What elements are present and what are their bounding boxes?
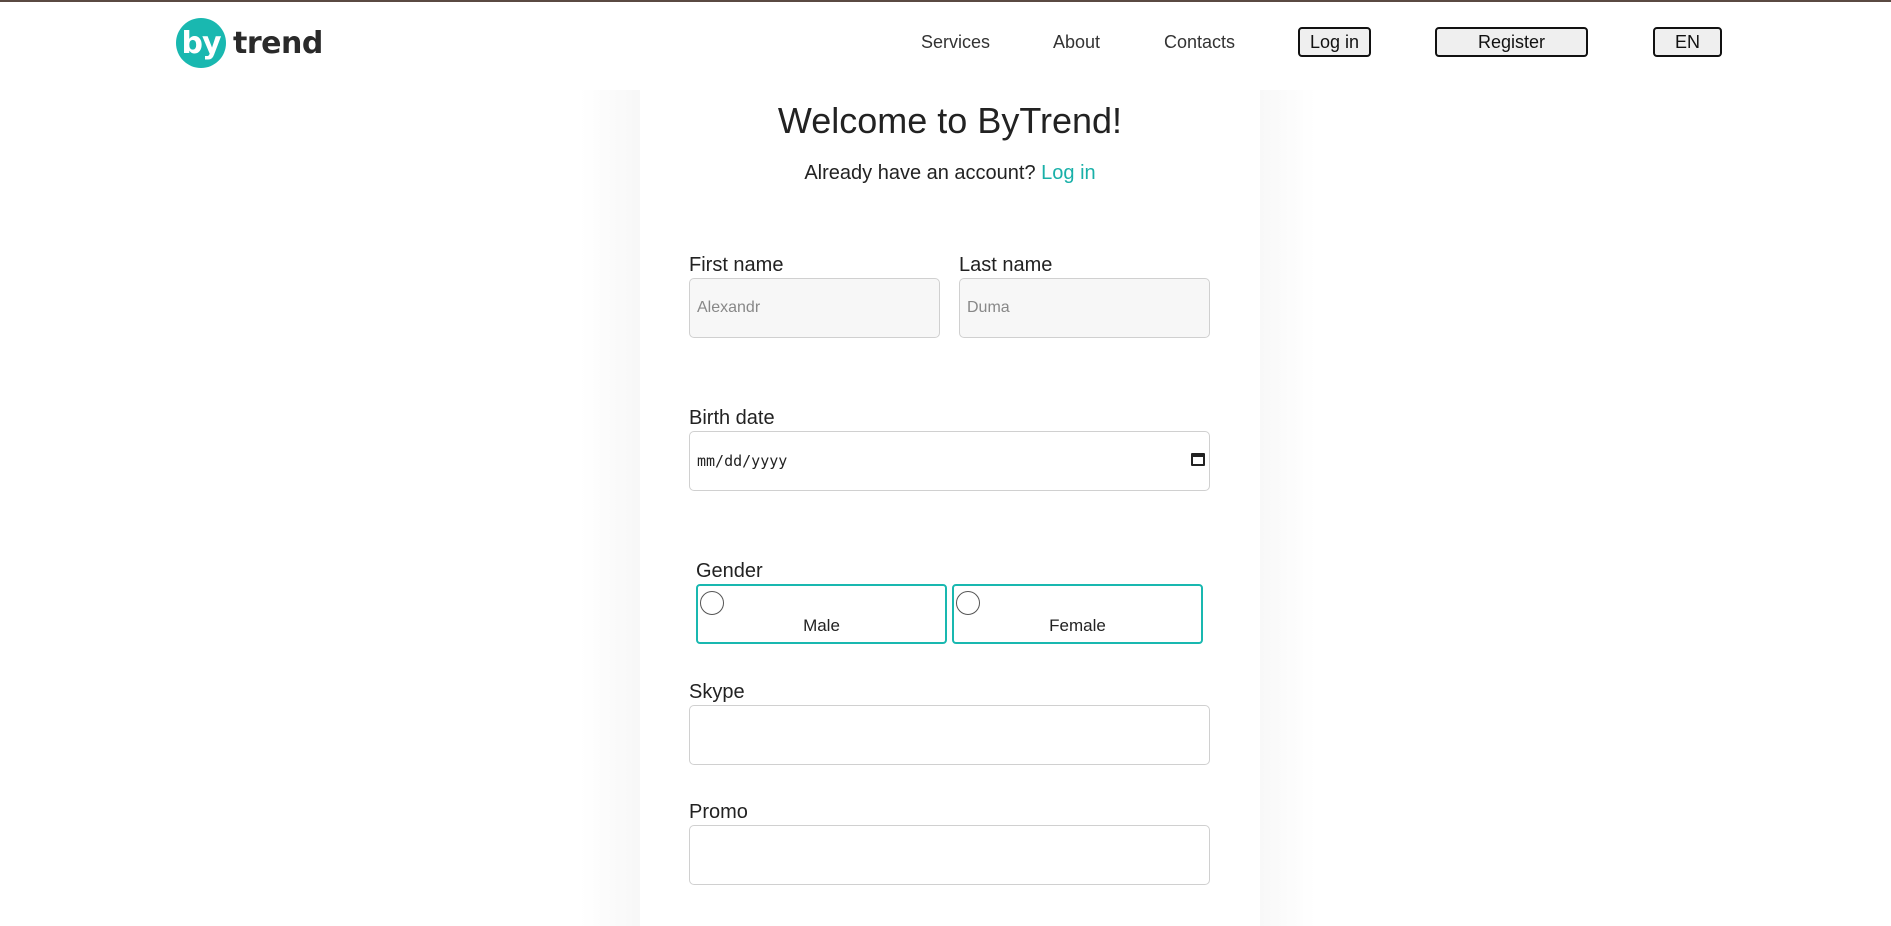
login-prompt-text: Already have an account? — [804, 162, 1036, 184]
skype-field[interactable] — [689, 705, 1210, 765]
nav-about[interactable]: About — [1053, 32, 1100, 53]
last-name-label: Last name — [959, 254, 1053, 276]
promo-label: Promo — [689, 801, 748, 823]
page-title: Welcome to ByTrend! — [777, 100, 1123, 141]
header-login-button[interactable]: Log in — [1298, 27, 1371, 57]
first-name-label: First name — [689, 254, 784, 276]
nav-contacts[interactable]: Contacts — [1164, 32, 1235, 53]
birth-date-field[interactable]: mm/dd/yyyy — [689, 431, 1210, 491]
gender-option-female[interactable]: Female — [952, 584, 1203, 644]
last-name-field[interactable]: Duma — [959, 278, 1210, 338]
female-radio[interactable] — [956, 591, 980, 615]
birth-date-placeholder: mm/dd/yyyy — [697, 452, 788, 470]
skype-label: Skype — [689, 681, 745, 703]
login-prompt: Already have an account? Log in — [640, 162, 1260, 185]
logo-wordmark: trend — [233, 25, 323, 61]
male-radio[interactable] — [700, 591, 724, 615]
promo-field[interactable] — [689, 825, 1210, 885]
male-label: Male — [803, 616, 840, 635]
last-name-placeholder: Duma — [967, 299, 1010, 316]
bytrend-logo[interactable]: by trend — [176, 17, 323, 69]
first-name-field[interactable]: Alexandr — [689, 278, 940, 338]
header-register-button[interactable]: Register — [1435, 27, 1588, 57]
first-name-placeholder: Alexandr — [697, 299, 761, 316]
registration-card: Welcome to ByTrend! Already have an acco… — [640, 90, 1260, 926]
logo-mark: by — [176, 18, 226, 68]
birth-date-label: Birth date — [689, 407, 775, 429]
login-link[interactable]: Log in — [1041, 162, 1096, 184]
calendar-icon[interactable] — [1191, 453, 1205, 466]
site-header: by trend Services About Contacts Log in … — [0, 2, 1891, 88]
female-label: Female — [1049, 616, 1106, 635]
gender-option-male[interactable]: Male — [696, 584, 947, 644]
language-selector[interactable]: EN — [1653, 27, 1722, 57]
gender-label: Gender — [696, 560, 763, 582]
nav-services[interactable]: Services — [921, 32, 990, 53]
